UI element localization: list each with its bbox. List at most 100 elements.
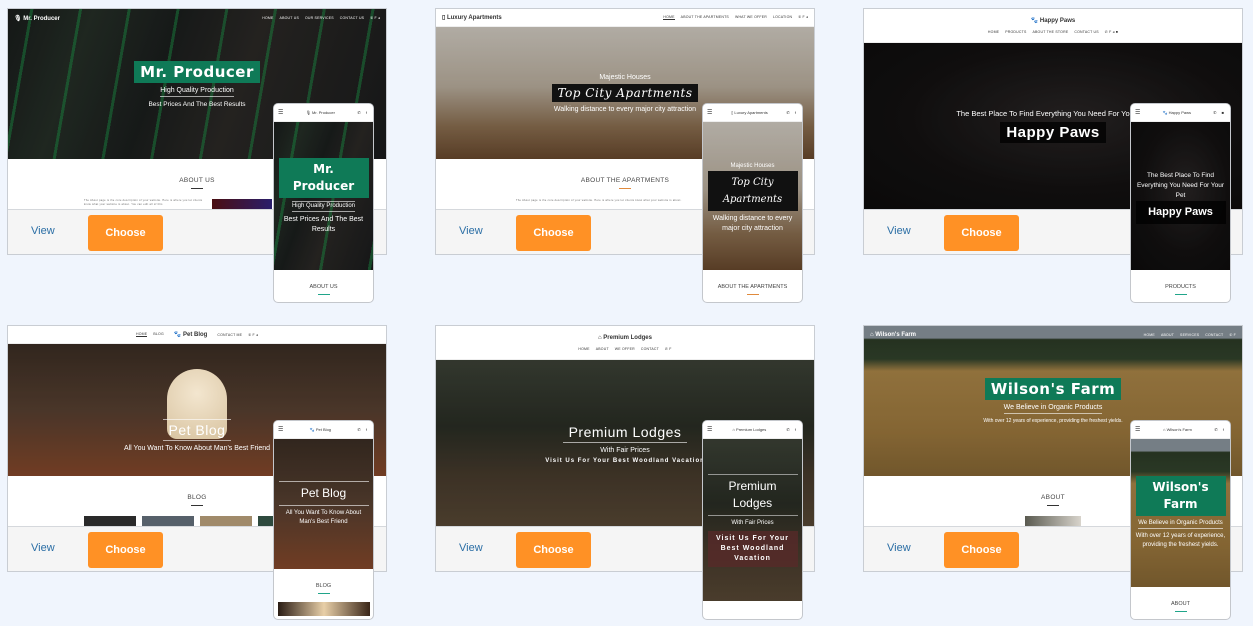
mobile-hero-subtitle: The Best Place To Find Everything You Ne… [1136, 172, 1225, 199]
mobile-hero: Premium Lodges With Fair Prices Visit Us… [703, 439, 802, 601]
section-divider [1174, 611, 1187, 612]
mobile-section-heading: PRODUCTS [1165, 284, 1196, 290]
hero-subtitle: High Quality Production [160, 87, 234, 97]
social-icons: ✆ f ◂ ■ [1104, 30, 1119, 34]
view-link[interactable]: View [887, 225, 911, 237]
mobile-section: PRODUCTS [1131, 270, 1230, 295]
hamburger-icon: ☰ [707, 110, 713, 116]
site-brand: 🎙 Mr. Producer [14, 15, 60, 22]
view-link[interactable]: View [459, 542, 483, 554]
nav-links: Home About Services Contact ✆ f [1144, 333, 1236, 337]
mobile-nav: ☰ ▯ Luxury Apartments ✆ f [703, 104, 802, 122]
mobile-hero-tagline: Visit Us For Your Best Woodland Vacation [707, 530, 798, 567]
phone-icon: ✆ ■ [1213, 110, 1226, 115]
social-icons: ✆ f ◂ [248, 332, 258, 337]
nav-link: Contact [640, 346, 659, 351]
mobile-hero-tagline: With over 12 years of experience, provid… [1135, 533, 1226, 548]
view-link[interactable]: View [459, 225, 483, 237]
nav-link: Location [772, 15, 793, 19]
site-nav: ⌂ Premium Lodges Home About We Offer Con… [436, 326, 814, 360]
nav-link: Products [1005, 30, 1027, 34]
mobile-hero-title: Wilson's Farm [1135, 476, 1226, 516]
section-divider [317, 593, 330, 594]
phone-icon: ✆ f [1214, 427, 1226, 432]
mobile-brand: 🐾 Happy Paws [1162, 110, 1192, 115]
hero-title: Pet Blog [162, 418, 232, 441]
mobile-section: ABOUT US [274, 270, 373, 295]
section-body-text: The About page is the core description o… [84, 199, 203, 206]
mobile-brand: ▯ Luxury Apartments [731, 110, 768, 115]
choose-button[interactable]: Choose [88, 532, 163, 568]
social-icons: ✆ f ◂ [798, 15, 808, 19]
nav-link: Home [1143, 333, 1155, 337]
nav-links-left: Home Blog [136, 332, 164, 337]
choose-button[interactable]: Choose [516, 215, 591, 251]
template-card-mr-producer: Mr. Producer High Quality Production Bes… [7, 8, 387, 303]
hero-subtitle: Walking distance to every major city att… [553, 105, 697, 113]
mobile-brand: ⌂ Premium Lodges [732, 427, 767, 432]
choose-button[interactable]: Choose [944, 532, 1019, 568]
hero-title: Premium Lodges [562, 422, 688, 443]
section-divider [1047, 505, 1059, 506]
nav-links: Home About We Offer Contact ✆ f [578, 347, 671, 351]
mobile-hero: Mr. Producer High Quality Production Bes… [274, 122, 373, 270]
hero-title: Happy Paws [1000, 122, 1106, 143]
template-card-wilsons-farm: Wilson's Farm We Believe in Organic Prod… [863, 325, 1243, 620]
template-card-luxury-apartments: Majestic Houses Top City Apartments Walk… [435, 8, 815, 303]
site-nav: ⌂ Wilson's Farm Home About Services Cont… [864, 326, 1242, 344]
mobile-hero: Wilson's Farm We Believe in Organic Prod… [1131, 439, 1230, 587]
section-divider [746, 294, 759, 295]
site-brand: ▯ Luxury Apartments [442, 15, 502, 21]
mobile-section-heading: ABOUT [1171, 601, 1190, 607]
section-divider [191, 505, 203, 506]
hamburger-icon: ☰ [1135, 110, 1141, 116]
mobile-preview[interactable]: ☰ ⌂ Wilson's Farm ✆ f Wilson's Farm We B… [1130, 420, 1231, 620]
hero-title: Top City Apartments [551, 83, 699, 102]
mobile-hero-subtitle: We Believe in Organic Products [1138, 519, 1223, 529]
choose-button[interactable]: Choose [88, 215, 163, 251]
mobile-nav: ☰ ⌂ Wilson's Farm ✆ f [1131, 421, 1230, 439]
nav-link: Home [987, 30, 1000, 34]
nav-link: Contact Us [339, 16, 365, 20]
about-image [212, 199, 272, 209]
site-nav: 🐾 Happy Paws Home Products About The Sto… [864, 9, 1242, 43]
site-brand: 🐾 Pet Blog [173, 332, 208, 338]
nav-link: About Us [279, 16, 299, 20]
mobile-preview[interactable]: ☰ ⌂ Premium Lodges ✆ f Premium Lodges Wi… [702, 420, 803, 620]
mobile-section-heading: ABOUT THE APARTMENTS [717, 284, 788, 290]
hamburger-icon: ☰ [707, 427, 713, 433]
hamburger-icon: ☰ [278, 427, 284, 433]
choose-button[interactable]: Choose [516, 532, 591, 568]
view-link[interactable]: View [31, 542, 55, 554]
nav-link: Home [136, 332, 148, 337]
hero-subtitle: With Fair Prices [600, 447, 650, 454]
view-link[interactable]: View [887, 542, 911, 554]
mobile-preview[interactable]: ☰ ▯ Luxury Apartments ✆ f Majestic House… [702, 103, 803, 303]
mobile-nav: ☰ 🐾 Happy Paws ✆ ■ [1131, 104, 1230, 122]
site-brand: 🐾 Happy Paws [1030, 18, 1076, 24]
mobile-section: ABOUT [1131, 587, 1230, 612]
mobile-hero-title: Premium Lodges [707, 473, 798, 516]
mobile-nav: ☰ 🐾 Pet Blog ✆ f [274, 421, 373, 439]
template-card-premium-lodges: Premium Lodges With Fair Prices Visit Us… [435, 325, 815, 620]
hero-kicker: Majestic Houses [599, 73, 651, 81]
mobile-preview[interactable]: ☰ 🎙 Mr. Producer ✆ f Mr. Producer High Q… [273, 103, 374, 303]
phone-icon: ✆ f [786, 110, 798, 115]
template-card-happy-paws: The Best Place To Find Everything You Ne… [863, 8, 1243, 303]
nav-link: Contact Me [217, 332, 243, 337]
mobile-hero-title: Pet Blog [278, 481, 369, 506]
hero-subtitle: We Believe in Organic Products [1003, 404, 1103, 414]
view-link[interactable]: View [31, 225, 55, 237]
nav-links: Home About Us Our Services Contact Us ✆ … [262, 16, 380, 20]
social-icons: ✆ f ◂ [370, 16, 380, 20]
choose-button[interactable]: Choose [944, 215, 1019, 251]
mobile-preview[interactable]: ☰ 🐾 Happy Paws ✆ ■ The Best Place To Fin… [1130, 103, 1231, 303]
section-divider [619, 188, 631, 189]
nav-link: Services [1180, 333, 1200, 337]
mobile-nav: ☰ 🎙 Mr. Producer ✆ f [274, 104, 373, 122]
mobile-preview[interactable]: ☰ 🐾 Pet Blog ✆ f Pet Blog All You Want T… [273, 420, 374, 620]
hamburger-icon: ☰ [1135, 427, 1141, 433]
blog-thumbnail [200, 516, 252, 526]
mobile-brand: 🎙 Mr. Producer [305, 110, 335, 115]
mobile-hero: Pet Blog All You Want To Know About Man'… [274, 439, 373, 569]
